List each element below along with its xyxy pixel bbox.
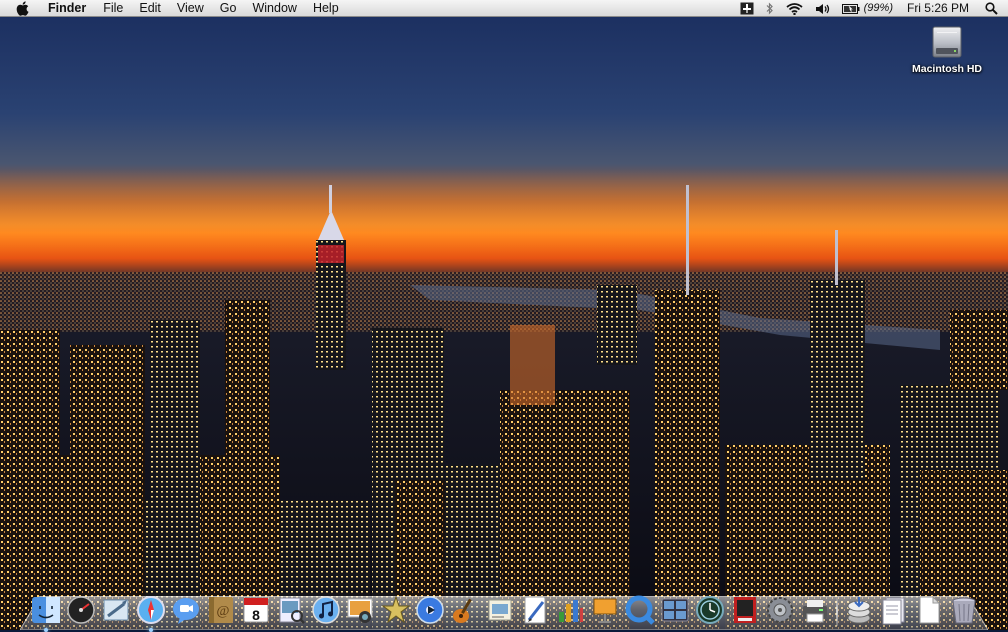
ichat-icon[interactable] [170, 594, 202, 626]
dock-separator [835, 596, 838, 626]
pages-icon[interactable] [519, 594, 551, 626]
menu-file[interactable]: File [95, 0, 131, 17]
menu-clock[interactable]: Fri 5:26 PM [899, 0, 979, 17]
imovie-icon[interactable] [380, 594, 412, 626]
bluetooth-icon[interactable] [760, 2, 780, 15]
ical-date: 8 [252, 607, 260, 623]
iphoto-icon[interactable] [345, 594, 377, 626]
svg-text:@: @ [216, 604, 229, 619]
quicktime-icon[interactable] [624, 594, 656, 626]
preview-icon[interactable] [275, 594, 307, 626]
itunes-icon[interactable] [310, 594, 342, 626]
running-indicator [148, 628, 153, 632]
spotlight-search-icon[interactable] [979, 2, 1008, 15]
volume-icon[interactable] [809, 3, 836, 15]
time-machine-icon[interactable] [694, 594, 726, 626]
safari-icon[interactable] [135, 594, 167, 632]
menu-window[interactable]: Window [244, 0, 304, 17]
dock: @ 8 [30, 582, 980, 632]
battery-icon [841, 3, 860, 14]
menu-view[interactable]: View [169, 0, 212, 17]
battery-status[interactable]: (99%) [836, 0, 899, 17]
iweb-icon[interactable] [484, 594, 516, 626]
menu-help[interactable]: Help [305, 0, 347, 17]
dashboard-icon[interactable] [65, 594, 97, 626]
idvd-icon[interactable] [414, 594, 446, 626]
wifi-icon[interactable] [780, 2, 809, 15]
printer-icon[interactable] [799, 594, 831, 626]
menu-go[interactable]: Go [212, 0, 245, 17]
running-indicator [44, 628, 48, 632]
documents-stack-icon[interactable] [878, 594, 910, 626]
keynote-icon[interactable] [589, 594, 621, 626]
menu-edit[interactable]: Edit [131, 0, 169, 17]
menu-bar: Finder File Edit View Go Window Help (99… [0, 0, 1008, 17]
finder-icon[interactable] [30, 594, 62, 632]
garageband-icon[interactable] [449, 594, 481, 626]
document-icon[interactable] [913, 594, 945, 626]
apple-logo-icon[interactable] [14, 1, 30, 17]
address-book-icon[interactable]: @ [205, 594, 237, 626]
menu-app-finder[interactable]: Finder [40, 0, 95, 17]
desktop-icon-macintosh-hd[interactable]: Macintosh HD [907, 24, 987, 75]
trash-icon[interactable] [948, 594, 980, 626]
desktop-icon-label: Macintosh HD [911, 63, 982, 75]
mail-icon[interactable] [100, 594, 132, 626]
time-machine-status-icon[interactable] [734, 2, 760, 15]
hard-drive-icon [929, 24, 965, 60]
photo-booth-icon[interactable] [729, 594, 761, 626]
downloads-stack-icon[interactable] [843, 594, 875, 626]
battery-percentage: (99%) [863, 2, 893, 14]
ical-icon[interactable]: 8 [240, 594, 272, 626]
spaces-icon[interactable] [659, 594, 691, 626]
desktop-wallpaper [0, 0, 1008, 630]
system-preferences-icon[interactable] [764, 594, 796, 626]
numbers-icon[interactable] [554, 594, 586, 626]
